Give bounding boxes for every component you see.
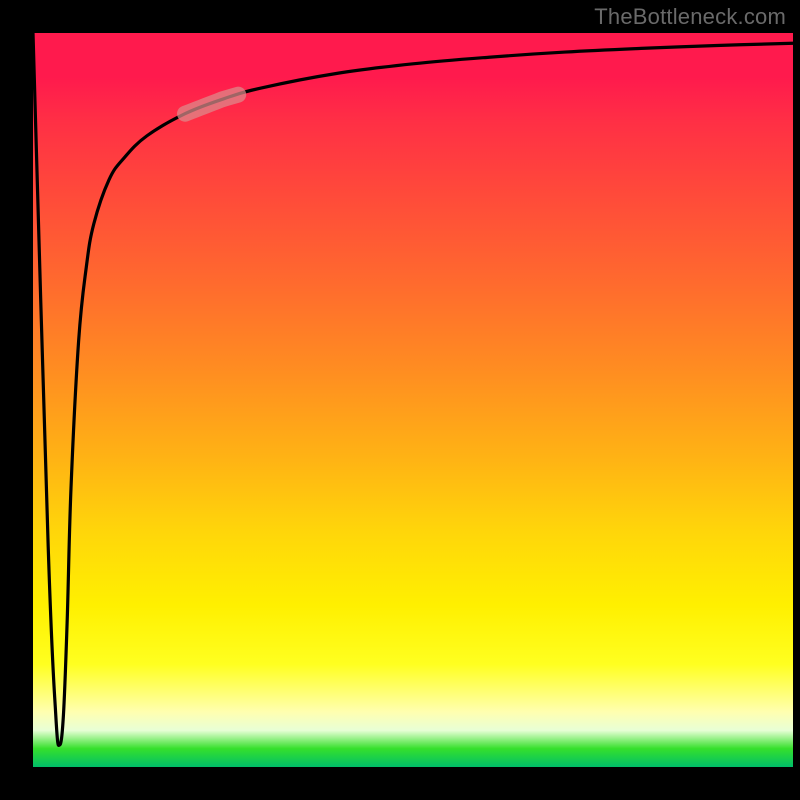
attribution-label: TheBottleneck.com <box>594 4 786 30</box>
chart-highlight-segment <box>185 95 238 114</box>
chart-svg <box>33 33 793 767</box>
chart-plot-area <box>33 33 793 767</box>
chart-curve <box>33 33 793 745</box>
